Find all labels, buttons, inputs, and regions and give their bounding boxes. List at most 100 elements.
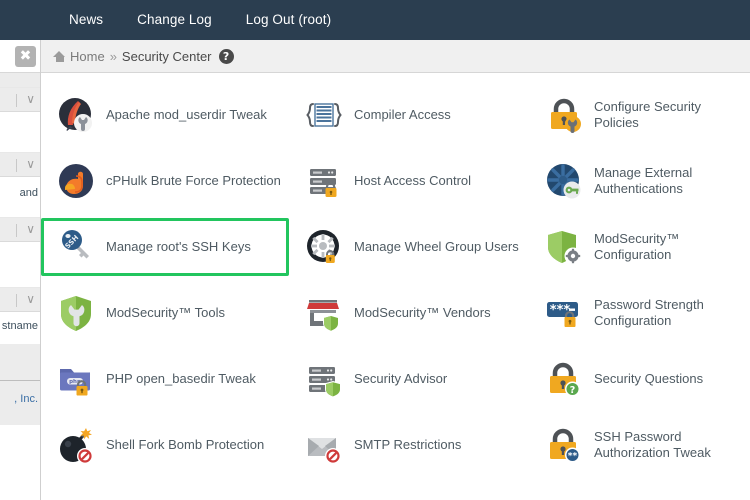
security-item-label: Configure Security Policies: [594, 99, 701, 130]
apache-feather-wrench-icon: [56, 95, 96, 135]
security-item-host-access-control[interactable]: Host Access Control: [289, 148, 529, 214]
security-item-password-strength-configuration[interactable]: *** Password Strength Configuration: [529, 280, 750, 346]
left-panel-footer-link[interactable]: , Inc.: [14, 393, 38, 405]
divider: [16, 159, 17, 172]
nav-log-out[interactable]: Log Out (root): [229, 0, 348, 40]
security-item-ssh-password-authorization-tweak[interactable]: ** SSH Password Authorization Tweak: [529, 412, 750, 478]
security-item-inner: *** Password Strength Configuration: [529, 284, 750, 342]
security-item-label: ModSecurity™ Configuration: [594, 231, 680, 262]
breadcrumb-home-link[interactable]: Home: [70, 49, 105, 64]
security-item-label: ModSecurity™ Tools: [106, 305, 225, 320]
left-panel-rows: ∨ ∨ and ∨ ∨ stname , Inc.: [0, 73, 40, 425]
envelope-prohibited-icon: [304, 425, 344, 465]
security-item-inner: php PHP open_basedir Tweak: [41, 350, 289, 408]
security-item-php-open-basedir-tweak[interactable]: php PHP open_basedir Tweak: [41, 346, 289, 412]
security-item-shell-fork-bomb-protection[interactable]: Shell Fork Bomb Protection: [41, 412, 289, 478]
security-item-apache-mod-userdir-tweak[interactable]: Apache mod_userdir Tweak: [41, 82, 289, 148]
security-item-modsecurity-tools[interactable]: ModSecurity™ Tools: [41, 280, 289, 346]
left-panel-section-header-4[interactable]: ∨: [0, 287, 40, 312]
security-item-label: PHP open_basedir Tweak: [106, 371, 256, 386]
compiler-braces-icon: [304, 95, 344, 135]
left-panel-strip: [0, 73, 40, 87]
left-panel-footer: , Inc.: [0, 381, 40, 425]
security-item-label: Apache mod_userdir Tweak: [106, 107, 267, 122]
security-item-security-advisor[interactable]: Security Advisor: [289, 346, 529, 412]
divider: [16, 294, 17, 307]
security-item-inner: cPHulk Brute Force Protection: [41, 152, 289, 210]
security-item-inner: Configure Security Policies: [529, 86, 750, 144]
security-item-inner: Manage External Authentications: [529, 152, 750, 210]
breadcrumb-separator: »: [109, 48, 117, 64]
security-item-label: SSH Password Authorization Tweak: [594, 429, 711, 460]
security-item-inner: ModSecurity™ Tools: [41, 284, 289, 342]
security-item-label: cPHulk Brute Force Protection: [106, 173, 281, 188]
security-item-inner: ModSecurity™ Vendors: [289, 284, 529, 342]
security-item-label: SMTP Restrictions: [354, 437, 462, 452]
left-panel-section-header-2[interactable]: ∨: [0, 152, 40, 177]
security-item-configure-security-policies[interactable]: Configure Security Policies: [529, 82, 750, 148]
chevron-down-icon[interactable]: ∨: [26, 92, 35, 106]
left-panel-field-3[interactable]: [0, 242, 40, 287]
security-item-inner: ** SSH Password Authorization Tweak: [529, 416, 750, 474]
wheel-gear-lock-icon: [304, 227, 344, 267]
security-item-label: Manage root's SSH Keys: [106, 239, 251, 254]
chevron-down-icon[interactable]: ∨: [26, 222, 35, 236]
security-item-manage-root-s-ssh-keys[interactable]: SSH Manage root's SSH Keys: [41, 214, 289, 280]
bomb-prohibited-icon: [56, 425, 96, 465]
left-panel-close-bar: ✖: [0, 40, 40, 73]
php-folder-lock-icon: php: [56, 359, 96, 399]
security-item-label: Security Questions: [594, 371, 704, 386]
password-asterisks-lock-icon: ***: [544, 293, 584, 333]
security-center-page: News Change Log Log Out (root) ✖ ∨ ∨ and: [0, 0, 750, 500]
security-item-inner: Host Access Control: [289, 152, 529, 210]
server-lock-icon: [304, 161, 344, 201]
home-icon: [53, 50, 66, 62]
breadcrumb-current: Security Center: [121, 48, 212, 64]
security-item-label: Host Access Control: [354, 173, 472, 188]
security-item-smtp-restrictions[interactable]: SMTP Restrictions: [289, 412, 529, 478]
divider: [16, 224, 17, 237]
help-icon[interactable]: ?: [218, 48, 234, 64]
svg-text:?: ?: [570, 385, 576, 396]
storefront-shield-icon: [304, 293, 344, 333]
ssh-key-icon: SSH: [56, 227, 96, 267]
security-item-inner: ModSecurity™ Configuration: [529, 218, 750, 276]
security-item-manage-wheel-group-users[interactable]: Manage Wheel Group Users: [289, 214, 529, 280]
security-item-inner: Security Advisor: [289, 350, 529, 408]
top-navigation-items: News Change Log Log Out (root): [52, 0, 348, 40]
left-panel-strip: [0, 344, 40, 380]
security-item-inner: Apache mod_userdir Tweak: [41, 86, 289, 144]
padlock-wrench-icon: [544, 95, 584, 135]
chevron-down-icon[interactable]: ∨: [26, 157, 35, 171]
green-shield-wrench-icon: [56, 293, 96, 333]
server-shield-icon: [304, 359, 344, 399]
security-item-manage-external-authentications[interactable]: Manage External Authentications: [529, 148, 750, 214]
svg-text:**: **: [568, 452, 578, 462]
left-panel-field-4[interactable]: stname: [0, 312, 40, 344]
nav-news[interactable]: News: [52, 0, 120, 40]
security-item-inner: SMTP Restrictions: [289, 416, 529, 474]
security-item-modsecurity-vendors[interactable]: ModSecurity™ Vendors: [289, 280, 529, 346]
chevron-down-icon[interactable]: ∨: [26, 292, 35, 306]
breadcrumb: Home » Security Center ?: [41, 40, 750, 73]
top-navigation-bar: News Change Log Log Out (root): [0, 0, 750, 40]
security-item-cphulk-brute-force-protection[interactable]: cPHulk Brute Force Protection: [41, 148, 289, 214]
security-item-label: ModSecurity™ Vendors: [354, 305, 491, 320]
security-item-security-questions[interactable]: ? Security Questions: [529, 346, 750, 412]
left-panel-section-header-3[interactable]: ∨: [0, 217, 40, 242]
svg-text:***: ***: [550, 303, 571, 318]
padlock-asterisk-badge-icon: **: [544, 425, 584, 465]
left-panel-field-2[interactable]: and: [0, 177, 40, 217]
close-icon[interactable]: ✖: [15, 46, 36, 67]
divider: [16, 94, 17, 107]
security-center-icon-grid: Apache mod_userdir Tweak Compiler Access…: [41, 73, 750, 478]
nav-change-log[interactable]: Change Log: [120, 0, 229, 40]
left-panel-section-header-1[interactable]: ∨: [0, 87, 40, 112]
green-shield-gear-icon: [544, 227, 584, 267]
security-item-compiler-access[interactable]: Compiler Access: [289, 82, 529, 148]
security-item-label: Password Strength Configuration: [594, 297, 704, 328]
security-item-inner: Manage Wheel Group Users: [289, 218, 529, 276]
left-panel-field-1[interactable]: [0, 112, 40, 152]
security-item-inner: Shell Fork Bomb Protection: [41, 416, 289, 474]
security-item-modsecurity-configuration[interactable]: ModSecurity™ Configuration: [529, 214, 750, 280]
